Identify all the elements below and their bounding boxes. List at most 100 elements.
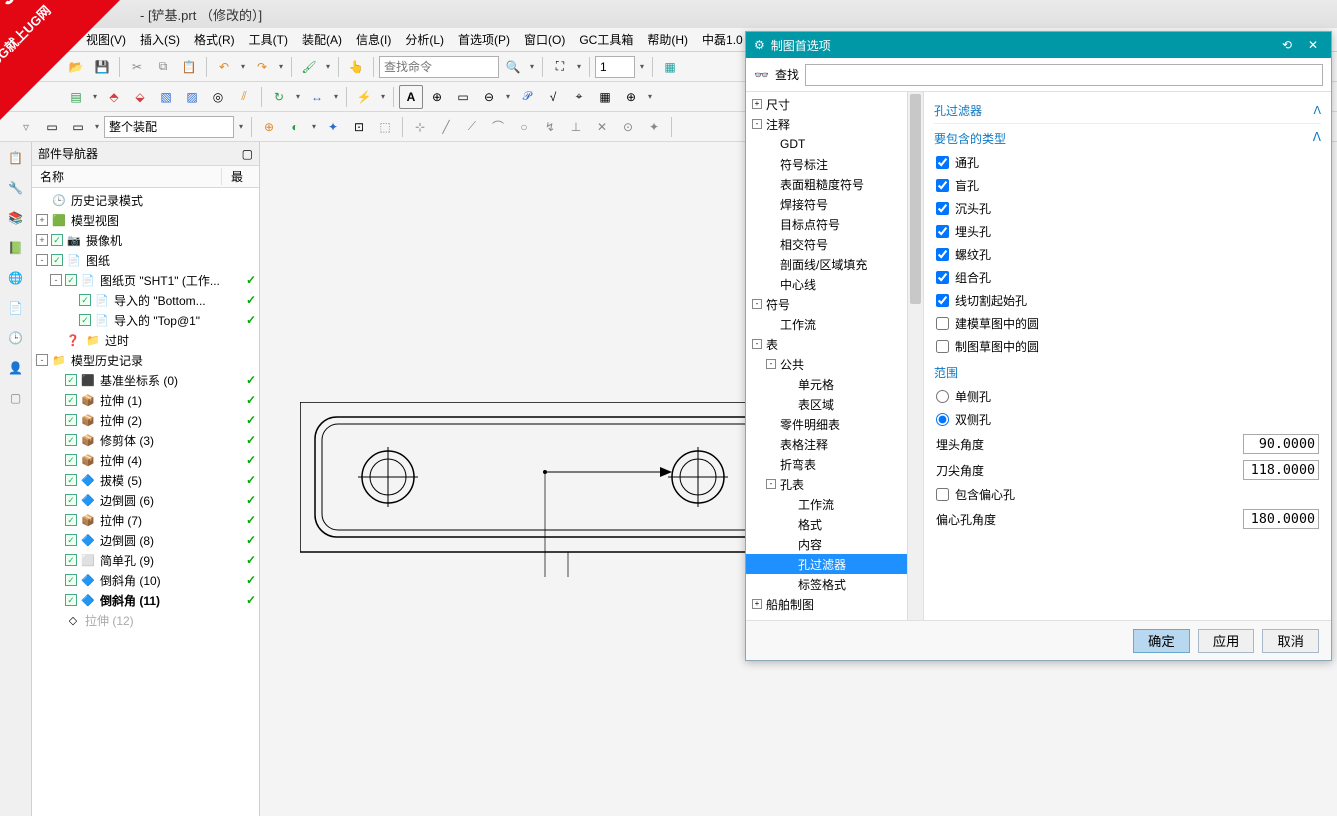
tree-row[interactable]: +🟩模型视图: [32, 210, 259, 230]
cancel-button[interactable]: 取消: [1262, 629, 1319, 653]
dialog-tree-row[interactable]: 折弯表: [746, 454, 923, 474]
s4-icon[interactable]: ⊡: [347, 115, 371, 139]
paste-icon[interactable]: 📋: [177, 55, 201, 79]
type-checkbox[interactable]: [936, 225, 949, 238]
value-input[interactable]: [1243, 434, 1319, 454]
ex-icon[interactable]: ✦: [642, 115, 666, 139]
center-angle-input[interactable]: [1243, 509, 1319, 529]
nav-tree[interactable]: 🕒历史记录模式+🟩模型视图+✓📷摄像机-✓📄图纸-✓📄图纸页 "SHT1" (工…: [32, 188, 259, 816]
tree-row[interactable]: ✓⬜简单孔 (9)✓: [32, 550, 259, 570]
menu-item[interactable]: 帮助(H): [641, 29, 694, 50]
menu-item[interactable]: 视图(V): [80, 29, 132, 50]
dialog-tree-row[interactable]: 格式: [746, 514, 923, 534]
menu-item[interactable]: 信息(I): [350, 29, 397, 50]
rail-role-icon[interactable]: 👤: [4, 356, 28, 380]
center-icon[interactable]: ⊕: [619, 85, 643, 109]
tree-row[interactable]: -✓📄图纸页 "SHT1" (工作...✓: [32, 270, 259, 290]
dialog-tree-row[interactable]: 焊接符号: [746, 194, 923, 214]
chevron-up-icon[interactable]: ᐱ: [1313, 130, 1321, 147]
datum-icon[interactable]: ▭: [451, 85, 475, 109]
dialog-tree-row[interactable]: 工作流: [746, 494, 923, 514]
section1-icon[interactable]: ▧: [154, 85, 178, 109]
type-checkbox[interactable]: [936, 340, 949, 353]
copy-icon[interactable]: ⧉: [151, 55, 175, 79]
dialog-tree-row[interactable]: 表格注释: [746, 434, 923, 454]
type-checkbox[interactable]: [936, 317, 949, 330]
rail-reuse-icon[interactable]: 📚: [4, 206, 28, 230]
fit-icon[interactable]: ⛶: [548, 55, 572, 79]
rail-books-icon[interactable]: 📗: [4, 236, 28, 260]
surface-icon[interactable]: 𝒫: [515, 85, 539, 109]
circ-icon[interactable]: ○: [512, 115, 536, 139]
tree-row[interactable]: ◇拉伸 (12): [32, 610, 259, 630]
command-search[interactable]: [379, 56, 499, 78]
tan-icon[interactable]: ↯: [538, 115, 562, 139]
menu-item[interactable]: 窗口(O): [518, 29, 571, 50]
rail-blank-icon[interactable]: ▢: [4, 386, 28, 410]
rail-nav-icon[interactable]: 📋: [4, 146, 28, 170]
detail-icon[interactable]: ◎: [206, 85, 230, 109]
rail-clock-icon[interactable]: 🕒: [4, 326, 28, 350]
menu-item[interactable]: 工具(T): [243, 29, 294, 50]
scale-input[interactable]: [595, 56, 635, 78]
tree-row[interactable]: ✓📄导入的 "Bottom...✓: [32, 290, 259, 310]
type-checkbox[interactable]: [936, 156, 949, 169]
dialog-tree-row[interactable]: -符号: [746, 294, 923, 314]
line2-icon[interactable]: ⟋: [460, 115, 484, 139]
tree-row[interactable]: ✓📦拉伸 (7)✓: [32, 510, 259, 530]
dialog-tree-row[interactable]: -公共: [746, 354, 923, 374]
menu-item[interactable]: 分析(L): [399, 29, 450, 50]
sel-icon[interactable]: ▭: [40, 115, 64, 139]
type-checkbox[interactable]: [936, 248, 949, 261]
layers-icon[interactable]: ▦: [658, 55, 682, 79]
tree-row[interactable]: ✓📦拉伸 (2)✓: [32, 410, 259, 430]
assembly-filter[interactable]: [104, 116, 234, 138]
undo-dd[interactable]: ▾: [238, 56, 248, 78]
type-checkbox[interactable]: [936, 294, 949, 307]
undo-icon[interactable]: ↶: [212, 55, 236, 79]
dialog-tree-row[interactable]: 表面粗糙度符号: [746, 174, 923, 194]
view2-icon[interactable]: ⬙: [128, 85, 152, 109]
chevron-up-icon[interactable]: ᐱ: [1313, 104, 1321, 117]
menu-item[interactable]: 首选项(P): [452, 29, 516, 50]
nav-col-2[interactable]: 最: [222, 168, 252, 185]
range-radio[interactable]: [936, 413, 949, 426]
perp-icon[interactable]: ⊥: [564, 115, 588, 139]
tree-row[interactable]: ✓🔷边倒圆 (6)✓: [32, 490, 259, 510]
menu-item[interactable]: 装配(A): [296, 29, 348, 50]
update-icon[interactable]: ↻: [267, 85, 291, 109]
int-icon[interactable]: ✕: [590, 115, 614, 139]
dialog-tree-row[interactable]: +船舶制图: [746, 594, 923, 614]
type-checkbox[interactable]: [936, 271, 949, 284]
redo-icon[interactable]: ↷: [250, 55, 274, 79]
dialog-tree-row[interactable]: GDT: [746, 134, 923, 154]
gdt-icon[interactable]: ⊕: [425, 85, 449, 109]
menu-item[interactable]: 插入(S): [134, 29, 186, 50]
rail-history-icon[interactable]: 📄: [4, 296, 28, 320]
dialog-tree-row[interactable]: 中心线: [746, 274, 923, 294]
s3-icon[interactable]: ✦: [321, 115, 345, 139]
rail-asm-icon[interactable]: 🔧: [4, 176, 28, 200]
dialog-tree-row[interactable]: +尺寸: [746, 94, 923, 114]
ok-button[interactable]: 确定: [1133, 629, 1190, 653]
tree-row[interactable]: ✓📦拉伸 (1)✓: [32, 390, 259, 410]
dim-icon[interactable]: ↔: [305, 85, 329, 109]
dialog-tree-row[interactable]: -表: [746, 334, 923, 354]
filter-icon[interactable]: ▿: [14, 115, 38, 139]
balloon-icon[interactable]: ⚡: [352, 85, 376, 109]
tree-row[interactable]: ✓🔷边倒圆 (8)✓: [32, 530, 259, 550]
line1-icon[interactable]: ╱: [434, 115, 458, 139]
sel2-icon[interactable]: ▭: [66, 115, 90, 139]
s2-icon[interactable]: ◐: [283, 115, 307, 139]
dialog-tree-row[interactable]: 标签格式: [746, 574, 923, 594]
break-icon[interactable]: ⫽: [232, 85, 256, 109]
menu-item[interactable]: 格式(R): [188, 29, 241, 50]
dialog-tree-row[interactable]: 目标点符号: [746, 214, 923, 234]
dialog-tree-row[interactable]: 内容: [746, 534, 923, 554]
rail-web-icon[interactable]: 🌐: [4, 266, 28, 290]
pt-icon[interactable]: ⊹: [408, 115, 432, 139]
range-radio[interactable]: [936, 390, 949, 403]
tree-row[interactable]: ✓📄导入的 "Top@1"✓: [32, 310, 259, 330]
text-icon[interactable]: A: [399, 85, 423, 109]
tree-row[interactable]: 🕒历史记录模式: [32, 190, 259, 210]
